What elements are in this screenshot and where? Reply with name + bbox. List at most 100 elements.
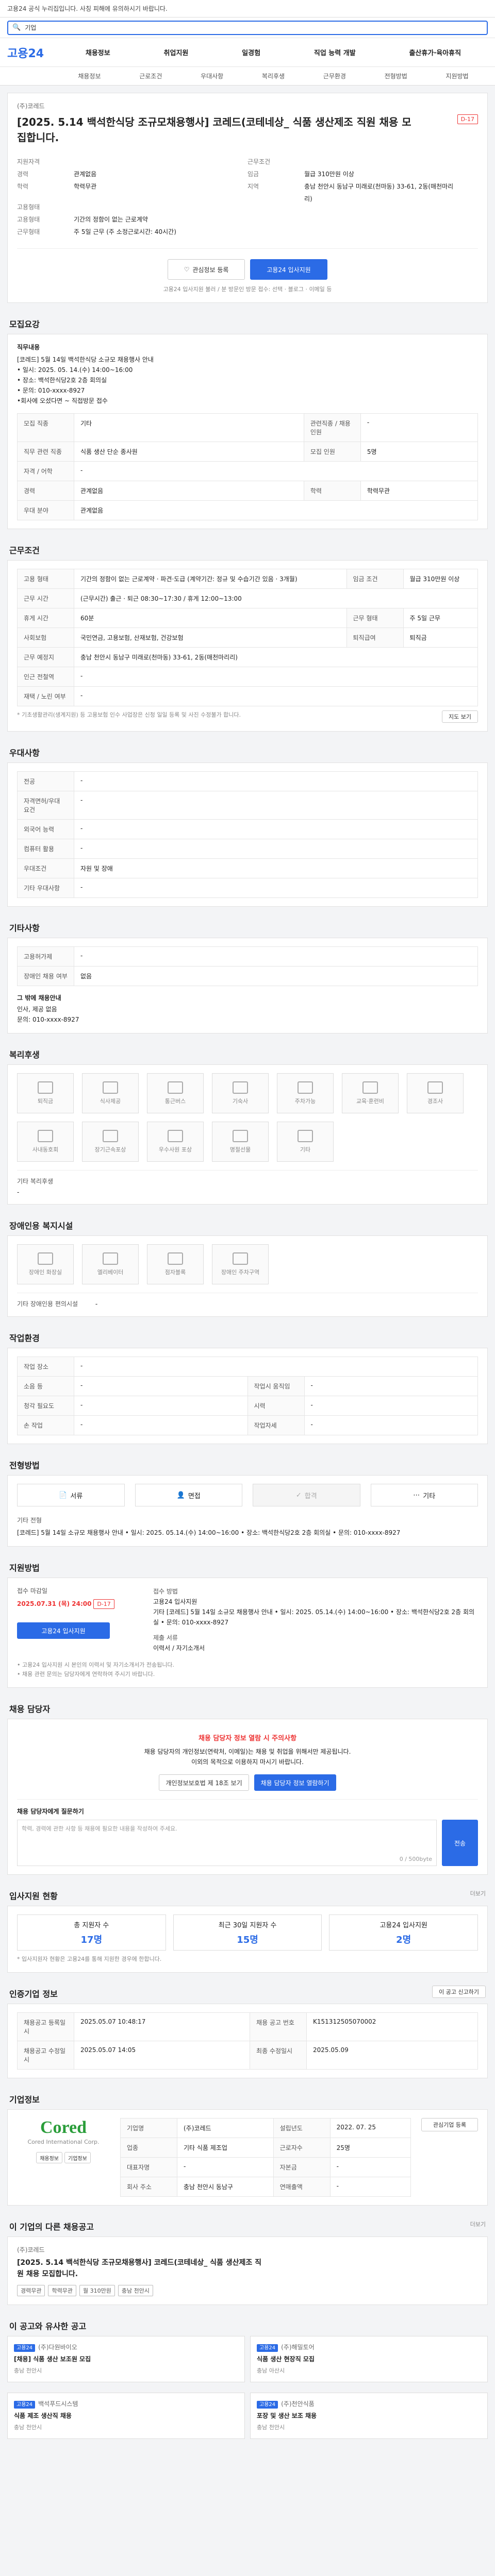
process-step-label: 서류 bbox=[70, 1492, 83, 1500]
kv-label: 고용형태 bbox=[17, 204, 40, 211]
facility-item: 장기근속포상 bbox=[82, 1122, 139, 1162]
site-logo[interactable]: 고용24 bbox=[7, 44, 59, 61]
conditions-title: 근무조건 bbox=[9, 546, 40, 555]
facility-icon bbox=[298, 1130, 313, 1142]
header: 고용24 채용정보 취업지원 일경험 직업 능력 개발 출산휴가·육아휴직 bbox=[0, 38, 495, 67]
search-icon: 🔍 bbox=[12, 24, 21, 31]
map-button[interactable]: 지도 보기 bbox=[442, 710, 478, 723]
stat-recent: 최근 30일 지원자 수 15명 bbox=[173, 1914, 322, 1951]
table-row: 채용공고 등록일시 2025.05.07 10:48:17 채용 공고 번호 K151… bbox=[17, 2012, 478, 2041]
stat-label: 고용24 입사지원 bbox=[380, 1921, 427, 1929]
save-interest-button[interactable]: ♡ 관심정보 등록 bbox=[168, 259, 245, 280]
facility-icon bbox=[168, 1252, 183, 1265]
apply-online-button[interactable]: 고용24 입사지원 bbox=[17, 1622, 110, 1639]
nav-item[interactable]: 일경험 bbox=[242, 47, 260, 57]
recommend-card[interactable]: 고용24 백석푸드시스템 식품 제조 생산직 채용 충남 천안시 bbox=[7, 2393, 245, 2439]
tab-item[interactable]: 전형방법 bbox=[365, 72, 426, 80]
apply-footnote: 고용24 입사지원 불러 / 분 방문인 방문 접수: 선택 · 블로그 · 이… bbox=[163, 286, 332, 293]
cell-value: 자원 및 장애 bbox=[74, 858, 478, 878]
tab-item[interactable]: 근무환경 bbox=[304, 72, 365, 80]
privacy-law-button[interactable]: 개인정보보호법 제 18조 보기 bbox=[159, 1774, 249, 1791]
send-button[interactable]: 전송 bbox=[442, 1820, 478, 1866]
save-interest-label: 관심정보 등록 bbox=[192, 266, 229, 274]
recommend-card-header: 고용24 (주)다원바이오 bbox=[14, 2343, 238, 2352]
similar-card[interactable]: (주)코레드 [2025. 5.14 백석한식당 조규모채용행사] 코레드(코테… bbox=[7, 2236, 488, 2305]
recommend-company: (주)해밀토어 bbox=[281, 2344, 315, 2351]
cell-label: 모집 인원 bbox=[303, 442, 361, 462]
search-bar: 🔍 기업 bbox=[0, 18, 495, 38]
table-row: 근무 시간 (근무시간) 출근 · 퇴근 08:30~17:30 / 휴게 12:… bbox=[17, 588, 478, 608]
cell-label: 손 작업 bbox=[17, 1415, 74, 1435]
recommend-card-header: 고용24 (주)천안식품 bbox=[257, 2399, 481, 2409]
recommend-card[interactable]: 고용24 (주)다원바이오 [채용] 식품 생산 보조원 모집 충남 천안시 bbox=[7, 2336, 245, 2382]
similar-job-title[interactable]: [2025. 5.14 백석한식당 조규모채용행사] 코레드(코테네상_ 식품 … bbox=[17, 2257, 265, 2280]
nav-item[interactable]: 직업 능력 개발 bbox=[314, 47, 356, 57]
nav-item[interactable]: 취업지원 bbox=[164, 47, 189, 57]
dots-icon: ⋯ bbox=[413, 1491, 420, 1499]
docs-value: 이력서 / 자기소개서 bbox=[153, 1645, 205, 1652]
table-row: 기업명 (주)코레드 설립년도 2022. 07. 25 bbox=[120, 2118, 411, 2138]
process-title: 전형방법 bbox=[9, 1461, 40, 1470]
recommend-title[interactable]: [채용] 식품 생산 보조원 모집 bbox=[14, 2354, 238, 2363]
apply-button[interactable]: 고용24 입사지원 bbox=[250, 259, 327, 280]
tab-item[interactable]: 근로조건 bbox=[120, 72, 182, 80]
info-card: 채용공고 등록일시 2025.05.07 10:48:17 채용 공고 번호 K151… bbox=[7, 2004, 488, 2078]
table-row: 대표자명 - 자본금 - bbox=[120, 2157, 411, 2177]
cell-value: - bbox=[304, 1415, 478, 1435]
recommend-card[interactable]: 고용24 (주)천안식품포장 및 생산 보조 채용충남 천안시 bbox=[250, 2393, 488, 2439]
tab-item[interactable]: 채용정보 bbox=[59, 72, 120, 80]
tab-item[interactable]: 지원방법 bbox=[426, 72, 488, 80]
applicants-more-link[interactable]: 더보기 bbox=[470, 1889, 486, 1899]
facility-icon bbox=[103, 1130, 118, 1142]
cell-value: 퇴직금 bbox=[403, 628, 478, 648]
conditions-table: 고용 형태 기간의 정함이 없는 근로계약 · 파견·도급 (계약기간: 정규 및… bbox=[17, 569, 478, 706]
cell-value: (주)코레드 bbox=[177, 2118, 274, 2138]
nav-item[interactable]: 출산휴가·육아휴직 bbox=[409, 47, 461, 57]
cell-value: 충남 천안시 동남구 bbox=[177, 2177, 274, 2197]
facility-item: 점자블록 bbox=[147, 1244, 204, 1284]
other-card: 고용허가제 - 장애인 채용 여부 없음 그 밖에 채용안내 인사, 제공 없음 문의… bbox=[7, 938, 488, 1033]
cell-label: 고용 형태 bbox=[17, 569, 74, 589]
table-row: 자격 / 어학 - bbox=[17, 461, 478, 481]
table-row: 채용공고 수정일시 2025.05.07 14:05 최종 수정일시 2025.05.… bbox=[17, 2041, 478, 2070]
company-jobs-button[interactable]: 채용정보 bbox=[36, 2152, 62, 2163]
info-table: 채용공고 등록일시 2025.05.07 10:48:17 채용 공고 번호 K151… bbox=[17, 2012, 478, 2070]
recommend-title[interactable]: 식품 생산 현장직 모집 bbox=[257, 2354, 481, 2363]
tab-item[interactable]: 복리후생 bbox=[243, 72, 304, 80]
recommend-title[interactable]: 식품 제조 생산직 채용 bbox=[14, 2411, 238, 2420]
nav-item[interactable]: 채용정보 bbox=[86, 47, 110, 57]
applicants-card: 총 지원자 수 17명 최근 30일 지원자 수 15명 고용24 입사지원 2명 *… bbox=[7, 1906, 488, 1973]
company-info-button[interactable]: 기업정보 bbox=[64, 2152, 91, 2163]
cell-value: - bbox=[74, 686, 478, 706]
cell-value: 25명 bbox=[329, 2138, 411, 2158]
recommend-title: 이 공고와 유사한 공고 bbox=[9, 2321, 87, 2331]
view-manager-button[interactable]: 채용 담당자 정보 열람하기 bbox=[254, 1774, 336, 1791]
facility-label: 우수사원 포상 bbox=[158, 1146, 192, 1153]
cell-value: 월급 310만원 이상 bbox=[403, 569, 478, 589]
facility-item: 장애인 화장실 bbox=[17, 1244, 74, 1284]
question-textarea[interactable]: 학력, 경력에 관한 사항 등 채용에 필요한 내용을 작성하여 주세요. 0 … bbox=[17, 1820, 437, 1866]
report-button[interactable]: 이 공고 신고하기 bbox=[432, 1986, 486, 1998]
facility-label: 장애인 주차구역 bbox=[221, 1269, 260, 1276]
recommend-region: 충남 아산시 bbox=[257, 2367, 285, 2374]
facility-icon bbox=[103, 1081, 118, 1094]
search-input[interactable]: 기업 bbox=[25, 23, 36, 32]
kv-value: 관계없음 bbox=[74, 171, 97, 178]
cell-label: 채용 공고 번호 bbox=[250, 2012, 307, 2041]
company-name: (주)코레드 bbox=[17, 103, 45, 110]
interest-company-button[interactable]: 관심기업 등록 bbox=[421, 2118, 478, 2131]
preference-table: 전공 - 자격면허/우대 요건 - 외국어 능력 - 컴퓨터 활용 - 우대조건 자원 및 장애 기… bbox=[17, 771, 478, 898]
recommend-title[interactable]: 포장 및 생산 보조 채용 bbox=[257, 2411, 481, 2420]
tab-item[interactable]: 우대사항 bbox=[182, 72, 243, 80]
similar-more-link[interactable]: 더보기 bbox=[470, 2220, 486, 2229]
recommend-card[interactable]: 고용24 (주)해밀토어 식품 생산 현장직 모집 충남 아산시 bbox=[250, 2336, 488, 2382]
applicants-note: * 입사지원자 현황은 고용24를 통해 지원한 경우에 한합니다. bbox=[17, 1956, 162, 1962]
recommend-region: 충남 천안시 bbox=[257, 2424, 285, 2431]
kv-label: 학력 bbox=[17, 183, 29, 190]
cell-label: 청각 필요도 bbox=[17, 1396, 74, 1416]
facility-item: 주차가능 bbox=[277, 1073, 334, 1113]
search-input-box[interactable]: 🔍 기업 bbox=[7, 20, 488, 35]
byte-counter: 0 / 500byte bbox=[399, 1856, 432, 1862]
cell-value: 국민연금, 고용보험, 산재보험, 건강보험 bbox=[74, 628, 347, 648]
facility-item: 경조사 bbox=[407, 1073, 464, 1113]
